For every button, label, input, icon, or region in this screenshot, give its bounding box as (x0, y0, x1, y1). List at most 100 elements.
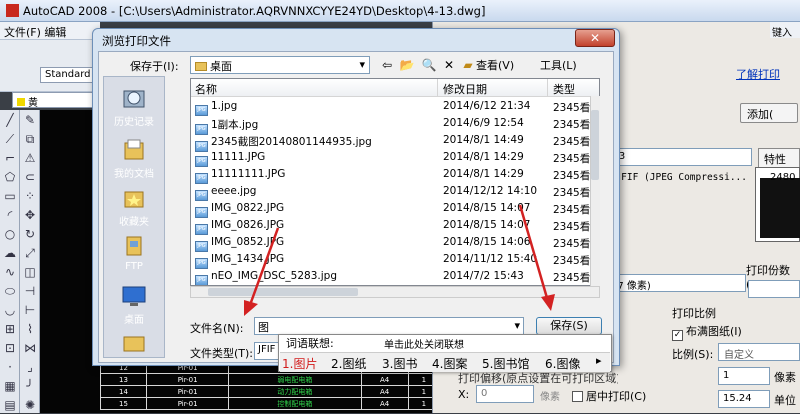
file-row[interactable]: JPG eeee.jpg 2014/12/12 14:10 2345看图 (191, 184, 599, 201)
file-date: 2014/12/12 14:10 (443, 185, 538, 197)
driver-info: p JFIF (JPEG Compressi... (604, 172, 747, 183)
menu-bar[interactable]: 文件(F) 编辑 (0, 22, 100, 40)
place-more[interactable] (104, 329, 164, 357)
ime-candidate[interactable]: 5.图书馆 (482, 355, 529, 372)
join-tool-icon[interactable]: ⋈ (21, 339, 39, 357)
move-tool-icon[interactable]: ✥ (21, 206, 39, 224)
fillet-tool-icon[interactable]: ╯ (21, 377, 39, 395)
jpg-file-icon: JPG (195, 258, 208, 269)
scale-unit-field[interactable]: 15.24 (718, 390, 770, 408)
scale-value-field[interactable]: 1 (718, 367, 770, 385)
place-desktop[interactable]: 桌面 (104, 283, 164, 326)
copies-field[interactable] (748, 280, 800, 298)
file-date: 2014/11/12 15:40 (443, 253, 538, 265)
file-row[interactable]: JPG IMG_0822.JPG 2014/8/15 14:07 2345看图 (191, 201, 599, 218)
mirror-tool-icon[interactable]: ⚠ (21, 149, 39, 167)
point-tool-icon[interactable]: · (1, 358, 19, 376)
file-name-label: 文件名(N): (190, 322, 244, 335)
learn-plot-link[interactable]: 了解打印 (736, 66, 780, 82)
stretch-tool-icon[interactable]: ◫ (21, 263, 39, 281)
file-row[interactable]: JPG 2345截图20140801144935.jpg 2014/8/1 14:4… (191, 133, 599, 152)
insert-block-icon[interactable]: ⊞ (1, 320, 19, 338)
view-menu[interactable]: 查看(V) (476, 57, 514, 73)
printer-name-combo[interactable]: pc3 (600, 148, 752, 166)
layer-combo[interactable]: 黄 (12, 92, 96, 109)
extend-tool-icon[interactable]: ⊢ (21, 301, 39, 319)
ime-candidate[interactable]: 3.图书 (382, 355, 417, 372)
polygon-tool-icon[interactable]: ⬠ (1, 168, 19, 186)
gradient-tool-icon[interactable]: ▤ (1, 396, 19, 414)
place-ftp[interactable]: FTP (104, 233, 164, 272)
text-style-combo[interactable]: Standard (40, 67, 96, 83)
rotate-tool-icon[interactable]: ↻ (21, 225, 39, 243)
polyline-tool-icon[interactable]: ⌐ (1, 149, 19, 167)
hatch-tool-icon[interactable]: ▦ (1, 377, 19, 395)
file-row[interactable]: JPG 11111111.JPG 2014/8/1 14:29 2345看图 (191, 167, 599, 184)
file-row[interactable]: JPG 1.jpg 2014/6/12 21:34 2345看图 (191, 99, 599, 116)
trim-tool-icon[interactable]: ⊣ (21, 282, 39, 300)
scale-tool-icon[interactable]: ⤢ (21, 244, 39, 262)
arc-tool-icon[interactable]: ◜ (1, 206, 19, 224)
file-row[interactable]: JPG nEO_IMG_DSC_5283.jpg 2014/7/2 15:43 234… (191, 269, 599, 285)
rectangle-tool-icon[interactable]: ▭ (1, 187, 19, 205)
file-row[interactable]: JPG IMG_0826.JPG 2014/8/15 14:07 2345看图 (191, 218, 599, 235)
file-date: 2014/8/1 14:29 (443, 151, 524, 163)
offset-tool-icon[interactable]: ⊂ (21, 168, 39, 186)
revision-cloud-icon[interactable]: ☁ (1, 244, 19, 262)
line-tool-icon[interactable]: ╱ (1, 111, 19, 129)
properties-button[interactable]: 特性(R (758, 148, 800, 180)
file-row[interactable]: JPG IMG_1434.JPG 2014/11/12 15:40 2345看图 (191, 252, 599, 269)
column-name[interactable]: 名称 (195, 81, 217, 97)
save-button[interactable]: 保存(S) (536, 317, 602, 335)
break-tool-icon[interactable]: ⌇ (21, 320, 39, 338)
scale-ratio-combo[interactable]: 自定义 (718, 343, 800, 361)
column-type[interactable]: 类型 (553, 81, 575, 97)
app-title-bar: AutoCAD 2008 - [C:\Users\Administrator.A… (0, 0, 800, 22)
preview-dimension: 2480 (770, 172, 796, 183)
file-name-input[interactable]: 图 ▾ (254, 317, 524, 335)
construction-line-tool-icon[interactable]: ⟋ (1, 130, 19, 148)
center-plot-checkbox[interactable]: 居中打印(C) (572, 388, 646, 404)
file-row[interactable]: JPG 1副本.jpg 2014/6/9 12:54 2345看图 (191, 116, 599, 135)
tools-menu[interactable]: 工具(L) (540, 57, 577, 73)
places-bar: 历史记录 我的文档 收藏夹 FTP 桌面 (103, 76, 165, 358)
horizontal-scroll-thumb[interactable] (208, 288, 358, 296)
ellipse-tool-icon[interactable]: ⬭ (1, 282, 19, 300)
erase-tool-icon[interactable]: ✎ (21, 111, 39, 129)
chamfer-tool-icon[interactable]: ⌟ (21, 358, 39, 376)
close-icon[interactable]: ✕ (575, 29, 615, 47)
ime-candidate[interactable]: 2.图纸 (331, 355, 366, 372)
array-tool-icon[interactable]: ⁘ (21, 187, 39, 205)
spline-tool-icon[interactable]: ∿ (1, 263, 19, 281)
new-folder-icon[interactable]: ▰ (460, 56, 476, 74)
paper-size-combo[interactable]: 87 像素) (604, 274, 746, 292)
fit-to-paper-checkbox[interactable]: ✓ 布满图纸(I) (672, 323, 742, 341)
file-row[interactable]: JPG 11111.JPG 2014/8/1 14:29 2345看图 (191, 150, 599, 167)
x-offset-field[interactable]: 0 (476, 385, 534, 403)
up-folder-icon[interactable]: 📂 (398, 56, 416, 74)
add-button[interactable]: 添加( (740, 103, 798, 123)
ime-close-hint[interactable]: 单击此处关闭联想 (384, 336, 464, 351)
plot-offset-label: 打印偏移(原点设置在可打印区域) (458, 372, 618, 385)
explode-tool-icon[interactable]: ✺ (21, 396, 39, 414)
place-history[interactable]: 历史记录 (104, 85, 164, 128)
place-favorites[interactable]: 收藏夹 (104, 185, 164, 228)
back-icon[interactable]: ⇦ (378, 56, 396, 74)
column-date[interactable]: 修改日期 (443, 81, 487, 97)
search-web-icon[interactable]: 🔍 (420, 56, 438, 74)
copy-tool-icon[interactable]: ⧉ (21, 130, 39, 148)
keyword-box[interactable]: 键入 (770, 22, 800, 39)
ime-candidate[interactable]: 4.图案 (432, 355, 467, 372)
ime-candidate[interactable]: 6.图像 (545, 355, 580, 372)
ellipse-arc-tool-icon[interactable]: ◡ (1, 301, 19, 319)
vertical-scroll-thumb[interactable] (591, 110, 599, 180)
make-block-icon[interactable]: ⊡ (1, 339, 19, 357)
circle-tool-icon[interactable]: ○ (1, 225, 19, 243)
place-my-documents[interactable]: 我的文档 (104, 137, 164, 180)
file-row[interactable]: JPG IMG_0852.JPG 2014/8/15 14:06 2345看图 (191, 235, 599, 252)
save-in-combo[interactable]: 桌面 ▾ (190, 56, 370, 74)
file-list[interactable]: 名称 修改日期 类型 JPG 1.jpg 2014/6/12 21:34 2345看图… (190, 78, 600, 286)
delete-icon[interactable]: ✕ (440, 56, 458, 74)
ime-candidate[interactable]: 1.图片 (282, 355, 317, 372)
next-page-icon[interactable]: ▸ (596, 354, 602, 367)
